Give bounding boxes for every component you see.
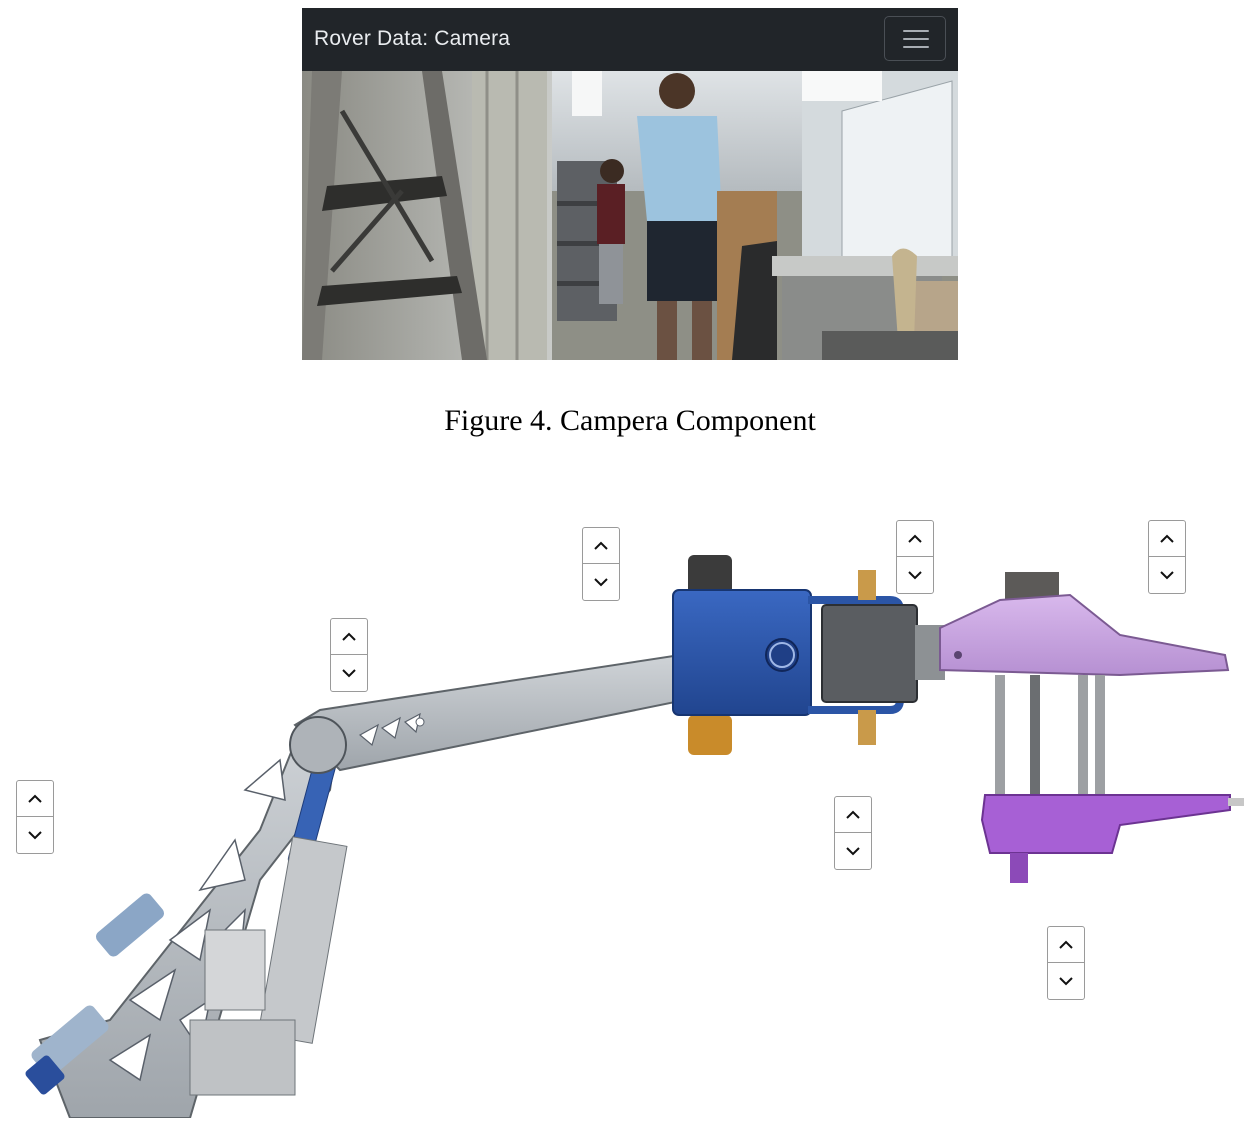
chevron-down-icon bbox=[1160, 571, 1174, 580]
shoulder-decrease-button[interactable] bbox=[331, 655, 367, 691]
joint-stepper-shoulder bbox=[330, 618, 368, 692]
wrist-roll-decrease-button[interactable] bbox=[835, 833, 871, 869]
elbow-increase-button[interactable] bbox=[583, 528, 619, 564]
camera-panel: Rover Data: Camera bbox=[302, 8, 958, 360]
robot-arm-diagram bbox=[0, 460, 1252, 1119]
base-decrease-button[interactable] bbox=[17, 817, 53, 853]
chevron-down-icon bbox=[594, 578, 608, 587]
wrist-pitch-decrease-button[interactable] bbox=[897, 557, 933, 593]
chevron-down-icon bbox=[846, 847, 860, 856]
chevron-down-icon bbox=[1059, 977, 1073, 986]
chevron-down-icon bbox=[342, 669, 356, 678]
chevron-down-icon bbox=[28, 831, 42, 840]
chevron-up-icon bbox=[594, 541, 608, 550]
chevron-up-icon bbox=[1160, 534, 1174, 543]
figure-caption: Figure 4. Campera Component bbox=[444, 404, 816, 437]
joint-stepper-gripper bbox=[1148, 520, 1186, 594]
chevron-up-icon bbox=[908, 534, 922, 543]
end-effector-lower-decrease-button[interactable] bbox=[1048, 963, 1084, 999]
camera-title: Rover Data: Camera bbox=[314, 27, 511, 50]
joint-stepper-wrist-pitch bbox=[896, 520, 934, 594]
gripper-decrease-button[interactable] bbox=[1149, 557, 1185, 593]
end-effector-lower-increase-button[interactable] bbox=[1048, 927, 1084, 963]
wrist-roll-increase-button[interactable] bbox=[835, 797, 871, 833]
chevron-down-icon bbox=[908, 571, 922, 580]
chevron-up-icon bbox=[1059, 940, 1073, 949]
hamburger-menu-button[interactable] bbox=[884, 16, 946, 61]
joint-stepper-elbow bbox=[582, 527, 620, 601]
chevron-up-icon bbox=[342, 632, 356, 641]
joint-stepper-wrist-roll bbox=[834, 796, 872, 870]
elbow-decrease-button[interactable] bbox=[583, 564, 619, 600]
wrist-pitch-increase-button[interactable] bbox=[897, 521, 933, 557]
chevron-up-icon bbox=[28, 794, 42, 803]
gripper-increase-button[interactable] bbox=[1149, 521, 1185, 557]
joint-stepper-base bbox=[16, 780, 54, 854]
joint-stepper-end-effector-lower bbox=[1047, 926, 1085, 1000]
base-increase-button[interactable] bbox=[17, 781, 53, 817]
chevron-up-icon bbox=[846, 810, 860, 819]
shoulder-increase-button[interactable] bbox=[331, 619, 367, 655]
camera-feed bbox=[302, 71, 958, 360]
camera-navbar: Rover Data: Camera bbox=[302, 8, 958, 71]
